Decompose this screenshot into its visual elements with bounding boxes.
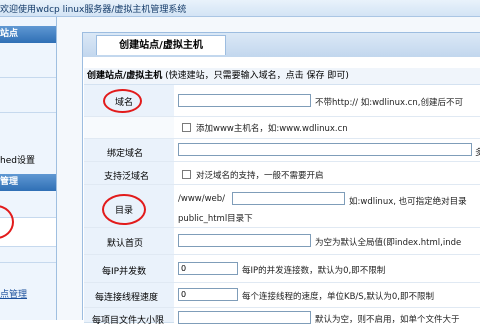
file-size-input[interactable]: [178, 311, 311, 324]
file-size-note: 默认为空，则不启用，如单个文件大于: [315, 315, 460, 325]
form-title: 创建站点/虚拟主机: [87, 71, 163, 81]
label-cell: [84, 117, 174, 139]
directory-note: 如:wdlinux, 也可指定绝对目录: [349, 197, 467, 207]
default-index-label: 默认首页: [107, 239, 144, 249]
add-www-checkbox[interactable]: [182, 123, 191, 132]
sidebar-header-site[interactable]: 站点: [0, 26, 56, 43]
default-index-note: 为空为默认全局值(即index.html,inde: [315, 238, 462, 248]
form-header: 创建站点/虚拟主机 (快速建站，只需要输入域名，点击 保存 即可): [84, 68, 480, 85]
sidebar-divider: [0, 112, 56, 113]
row-divider: [84, 116, 480, 117]
bind-domain-input[interactable]: [178, 143, 472, 156]
ip-concurrency-note: 每IP的并发连接数，默认为0,即不限制: [242, 266, 386, 276]
ip-concurrency-input[interactable]: 0: [178, 262, 238, 275]
add-www-text: 添加www主机名，如:www.wdlinux.cn: [196, 124, 348, 134]
annotation-circle-directory: [102, 194, 146, 225]
domain-input[interactable]: [178, 94, 311, 107]
top-banner: 欢迎使用wdcp linux服务器/虚拟主机管理系统: [0, 0, 480, 17]
wildcard-label: 支持泛域名: [104, 172, 150, 182]
row-divider: [84, 254, 480, 255]
default-index-input[interactable]: [178, 234, 311, 247]
bind-domain-label: 绑定域名: [107, 149, 144, 159]
row-divider: [84, 282, 480, 283]
sidebar: 站点 hed设置 管理 点管理: [0, 17, 57, 320]
annotation-circle-domain: [103, 89, 142, 113]
row-divider: [84, 184, 480, 185]
row-divider: [84, 227, 480, 228]
thread-speed-input[interactable]: 0: [178, 288, 238, 301]
ip-concurrency-label: 每IP并发数: [102, 267, 147, 277]
sidebar-divider: [0, 262, 56, 263]
directory-input[interactable]: [232, 192, 345, 205]
sidebar-header-management[interactable]: 管理: [0, 174, 56, 191]
thread-speed-label: 每连接线程速度: [95, 293, 159, 303]
row-divider: [84, 161, 480, 162]
row-divider: [84, 307, 480, 308]
tab-create-site[interactable]: 创建站点/虚拟主机: [96, 35, 226, 55]
bind-domain-note: 多: [475, 148, 480, 158]
sidebar-item-site-management[interactable]: 点管理: [0, 287, 27, 300]
form-hint: (快速建站，只需要输入域名，点击 保存 即可): [165, 71, 349, 81]
directory-prefix: /www/web/: [178, 194, 226, 204]
wildcard-text: 对泛域名的支持，一般不需要开启: [196, 171, 324, 181]
row-divider: [84, 138, 480, 139]
sidebar-item-hed-settings[interactable]: hed设置: [0, 153, 35, 166]
wildcard-checkbox[interactable]: [182, 170, 191, 179]
welcome-text: 欢迎使用wdcp linux服务器/虚拟主机管理系统: [0, 5, 187, 15]
directory-note-2: public_html目录下: [178, 214, 253, 224]
thread-speed-note: 每个连接线程的速度，单位KB/S,默认为0,即不限制: [242, 292, 434, 302]
sidebar-divider: [0, 77, 56, 78]
domain-note: 不带http:// 如:wdlinux.cn,创建后不可: [315, 98, 463, 108]
